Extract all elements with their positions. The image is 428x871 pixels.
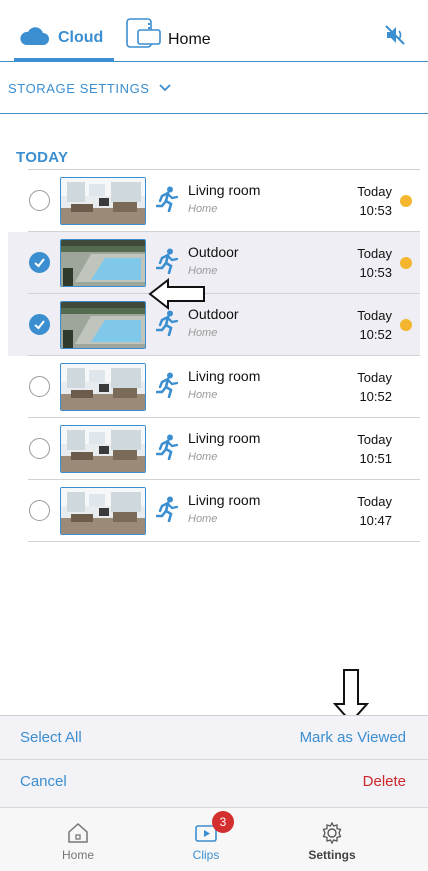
checkbox[interactable]	[29, 500, 50, 521]
clip-thumbnail[interactable]	[60, 363, 146, 411]
home-device-icon	[126, 17, 162, 55]
motion-icon	[155, 372, 179, 399]
clip-time: 10:52	[359, 389, 392, 404]
clip-location: Home	[188, 451, 218, 463]
action-row-secondary: Cancel Delete	[0, 760, 428, 804]
clip-location: Home	[188, 203, 218, 215]
nav-settings-label: Settings	[308, 848, 356, 862]
clip-day: Today	[357, 370, 392, 385]
cloud-icon	[18, 26, 50, 51]
clip-time: 10:53	[359, 203, 392, 218]
action-row-primary: Select All Mark as Viewed	[0, 716, 428, 760]
checkbox-checked[interactable]	[29, 314, 50, 335]
motion-icon	[155, 248, 179, 275]
unviewed-dot	[400, 257, 412, 269]
motion-icon	[155, 496, 179, 523]
clip-time: 10:53	[359, 265, 392, 280]
clip-title: Living room	[188, 430, 261, 446]
section-title-today: TODAY	[16, 149, 69, 166]
motion-icon	[155, 186, 179, 213]
tab-home-label: Home	[168, 31, 211, 48]
clip-row[interactable]: Living room Home Today 10:52	[8, 356, 420, 418]
checkbox[interactable]	[29, 376, 50, 397]
gear-icon	[320, 821, 344, 845]
clip-location: Home	[188, 389, 218, 401]
clip-time: 10:52	[359, 327, 392, 342]
mark-as-viewed-button[interactable]: Mark as Viewed	[300, 729, 406, 746]
clip-title: Living room	[188, 368, 261, 384]
checkbox-checked[interactable]	[29, 252, 50, 273]
cancel-button[interactable]: Cancel	[20, 773, 67, 790]
checkbox[interactable]	[29, 190, 50, 211]
clip-row[interactable]: Outdoor Home Today 10:53	[8, 232, 420, 294]
bulk-action-panel: Select All Mark as Viewed Cancel Delete	[0, 715, 428, 807]
clip-row[interactable]: Living room Home Today 10:53	[8, 170, 420, 232]
clip-title: Living room	[188, 492, 261, 508]
clip-day: Today	[357, 494, 392, 509]
unviewed-dot	[400, 195, 412, 207]
nav-home-label: Home	[61, 848, 94, 862]
clip-day: Today	[357, 432, 392, 447]
tab-cloud[interactable]: Cloud	[18, 22, 103, 54]
clip-row[interactable]: Living room Home Today 10:47	[8, 480, 420, 542]
clip-time: 10:51	[359, 451, 392, 466]
clip-row[interactable]: Outdoor Home Today 10:52	[8, 294, 420, 356]
checkbox[interactable]	[29, 438, 50, 459]
clip-thumbnail[interactable]	[60, 425, 146, 473]
clip-title: Outdoor	[188, 244, 239, 260]
arrow-left-icon	[148, 277, 206, 311]
bottom-nav: Home 3 Clips Settings	[0, 807, 428, 871]
app-root: Cloud Home STORAGE SETTINGS TODAY Living…	[0, 0, 428, 871]
tab-home[interactable]: Home	[126, 17, 211, 55]
motion-icon	[155, 434, 179, 461]
home-icon	[66, 822, 90, 844]
unviewed-dot	[400, 319, 412, 331]
clip-row[interactable]: Living room Home Today 10:51	[8, 418, 420, 480]
tab-cloud-label: Cloud	[58, 29, 104, 46]
nav-clips-label: Clips	[192, 848, 220, 862]
clip-thumbnail[interactable]	[60, 487, 146, 535]
select-all-button[interactable]: Select All	[20, 729, 82, 746]
clip-day: Today	[357, 308, 392, 323]
storage-settings-label: STORAGE SETTINGS	[8, 81, 150, 96]
nav-settings[interactable]: Settings	[282, 808, 382, 871]
clips-badge: 3	[212, 811, 234, 833]
motion-icon	[155, 310, 179, 337]
nav-home[interactable]: Home	[28, 808, 128, 871]
clip-day: Today	[357, 184, 392, 199]
clip-thumbnail[interactable]	[60, 177, 146, 225]
chevron-down-icon	[158, 80, 172, 94]
clip-location: Home	[188, 327, 218, 339]
clip-location: Home	[188, 513, 218, 525]
nav-clips[interactable]: 3 Clips	[156, 808, 256, 871]
clip-location: Home	[188, 265, 218, 277]
clip-time: 10:47	[359, 513, 392, 528]
top-bar: Cloud Home	[0, 0, 428, 62]
speaker-muted-icon[interactable]	[384, 24, 406, 46]
row-divider	[28, 541, 420, 542]
clip-thumbnail[interactable]	[60, 301, 146, 349]
clip-day: Today	[357, 246, 392, 261]
clip-title: Living room	[188, 182, 261, 198]
storage-settings-dropdown[interactable]: STORAGE SETTINGS	[0, 62, 428, 114]
delete-button[interactable]: Delete	[363, 773, 406, 790]
clip-thumbnail[interactable]	[60, 239, 146, 287]
